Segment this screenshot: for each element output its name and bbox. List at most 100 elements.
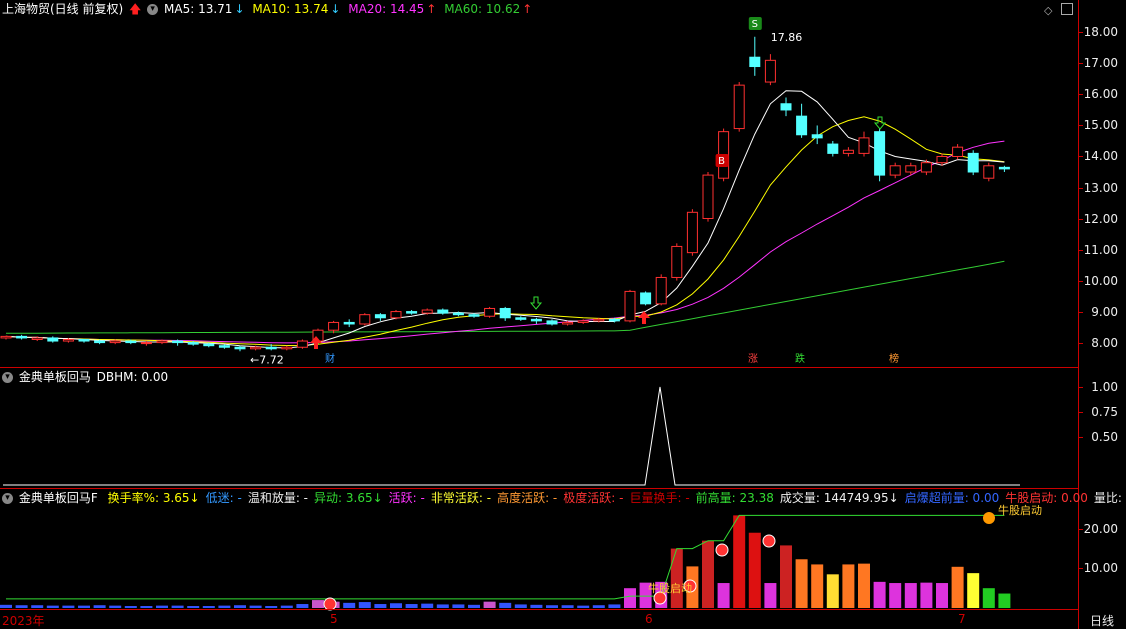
price-tick-mark (1078, 32, 1083, 34)
candle-body (608, 318, 620, 322)
candle-body (484, 307, 496, 317)
zhang-marker: 涨 (748, 353, 758, 365)
candle-body (296, 340, 308, 348)
sub1-dbhm-value: DBHM: 0.00 (96, 370, 169, 384)
candle-body (920, 162, 932, 173)
vol-tick: 20.00 (1083, 521, 1118, 536)
bull-start-label: 牛股启动 (648, 581, 692, 595)
sub1-toggle-icon[interactable]: ▾ (2, 372, 13, 383)
sub2-indicator-1: 低迷: - (205, 491, 242, 505)
sub2-indicator-9: 前高量: 23.38 (695, 491, 774, 505)
volume-bar (15, 605, 28, 608)
volume-bar (46, 605, 59, 608)
volume-bar (452, 604, 465, 608)
candle-body (796, 115, 808, 136)
price-tick: 14.00 (1083, 149, 1118, 164)
sub2-indicator-0: 换手率%: 3.65↓ (107, 491, 200, 505)
sub2-toggle-icon[interactable]: ▾ (2, 493, 13, 504)
volume-bar (140, 606, 153, 608)
volume-bar (156, 605, 168, 608)
volume-bar (109, 605, 122, 608)
volume-bar (702, 540, 714, 608)
candle-body (686, 211, 698, 254)
volume-bar (312, 600, 324, 608)
price-tick-mark (1078, 249, 1083, 251)
price-tick: 16.00 (1083, 87, 1118, 102)
candle-body (47, 337, 59, 342)
candle-body (780, 103, 792, 111)
candle-body (671, 245, 683, 278)
candle-body (967, 152, 979, 173)
volume-bar (811, 564, 824, 608)
high-price-label: 17.86 (771, 31, 803, 44)
volume-bar (124, 606, 137, 608)
candle-body (733, 84, 745, 130)
dbhm-line (3, 386, 1020, 486)
volume-bar (483, 601, 496, 608)
ma60-line (5, 260, 1005, 334)
period-button[interactable]: 日线 (1090, 612, 1114, 629)
price-tick-mark (1078, 218, 1083, 220)
candle-body (359, 314, 371, 325)
dbhm-tick: 0.75 (1091, 405, 1118, 419)
price-tick: 18.00 (1083, 25, 1118, 40)
price-tick-mark (1078, 125, 1083, 127)
candle-body (218, 345, 230, 348)
candle-body (499, 307, 511, 319)
candle-body (156, 340, 168, 344)
cai-marker: 财 (325, 352, 335, 365)
volume-bar (951, 566, 964, 608)
volume-bar (764, 583, 777, 608)
volume-bar (889, 583, 902, 608)
candle-body (905, 165, 917, 173)
volume-bar (967, 573, 980, 608)
vol-tick-mark (1078, 568, 1083, 570)
volume-bar (733, 515, 746, 608)
volume-bar (546, 605, 558, 608)
sub2-indicator-3: 异动: 3.65↓ (314, 491, 383, 505)
sub2-indicator-11: 启爆超前量: 0.00 (904, 491, 1000, 505)
sub1-header: ▾ 金典单板回马 DBHM: 0.00 (2, 368, 170, 386)
candle-body (125, 340, 137, 344)
candle-body (406, 311, 418, 314)
volume-bar (421, 603, 434, 608)
candle-body (265, 346, 277, 350)
candle-body (31, 337, 43, 340)
sub2-indicator-6: 高度活跃: - (497, 491, 558, 505)
volume-bar (249, 605, 262, 608)
volume-bar (936, 583, 948, 608)
volume-bar (530, 604, 543, 608)
candle-body (577, 320, 589, 323)
price-tick-mark (1078, 156, 1083, 158)
candle-body (983, 165, 995, 179)
sell-arrow-icon (529, 296, 543, 310)
candle-body (0, 335, 12, 339)
candle-body (452, 312, 464, 316)
volume-bar (187, 606, 200, 608)
candle-body (889, 165, 901, 176)
sub2-indicator-8: 巨量换手: - (629, 491, 690, 505)
candle-body (437, 309, 449, 314)
xaxis-label-june: 6 (645, 612, 653, 626)
sub2-indicator-13: 量比: 0.50 (1093, 491, 1126, 505)
sub2-indicator-10: 成交量: 144749.95↓ (779, 491, 899, 505)
volume-bar (514, 604, 527, 608)
candle-body (624, 290, 636, 322)
price-tick: 17.00 (1083, 56, 1118, 71)
xaxis-label-may: 5 (330, 612, 338, 626)
volume-bar (78, 605, 90, 608)
price-tick: 12.00 (1083, 211, 1118, 226)
price-tick-mark (1078, 187, 1083, 189)
volume-bar (234, 605, 246, 608)
die-marker: 跌 (795, 352, 805, 365)
volume-bar (436, 604, 449, 608)
volume-bar (280, 605, 293, 608)
dbhm-tick: 0.50 (1091, 430, 1118, 444)
volume-bar (296, 604, 309, 608)
sell-arrow-icon (873, 116, 887, 130)
candle-body (62, 338, 74, 342)
price-tick: 11.00 (1083, 242, 1118, 257)
price-tick-mark (1078, 311, 1083, 313)
price-chart[interactable]: 17.86←7.72SB财涨跌榜牛股启动牛股启动 (0, 0, 1126, 629)
volume-bar (171, 605, 184, 608)
